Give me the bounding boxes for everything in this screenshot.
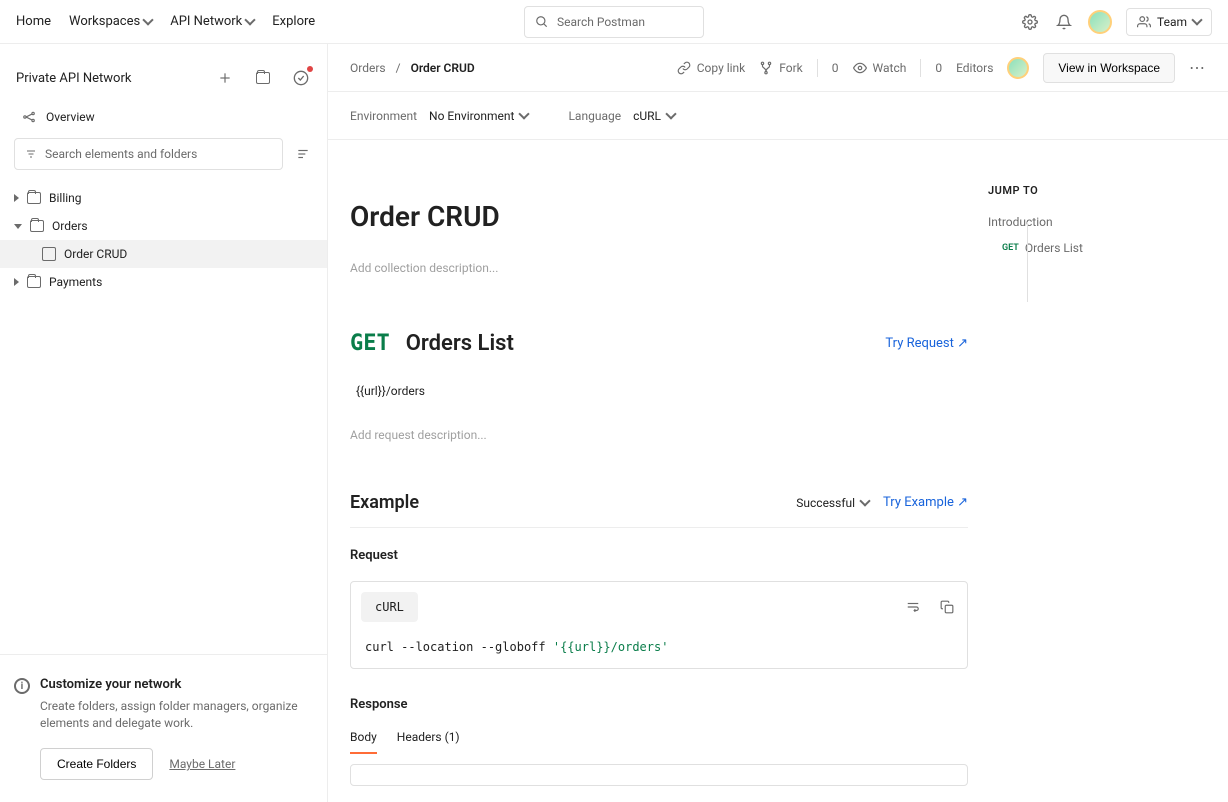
tab-body[interactable]: Body [350,730,377,754]
fork-button[interactable]: Fork [759,61,803,75]
breadcrumb-separator: / [396,61,401,75]
copy-link-button[interactable]: Copy link [677,61,746,75]
editors-label: Editors [956,61,993,75]
create-folders-button[interactable]: Create Folders [40,748,153,780]
search-icon [535,15,549,29]
chevron-down-icon [14,224,22,229]
chevron-right-icon [14,278,19,286]
nav-workspaces[interactable]: Workspaces [69,14,152,29]
people-icon [1137,15,1151,29]
overview-link[interactable]: Overview [0,102,327,138]
tree-item-billing[interactable]: Billing [0,184,327,212]
lang-label: Language [568,109,621,123]
folder-icon [27,192,41,204]
jump-introduction[interactable]: Introduction [988,215,1168,229]
notification-dot [307,66,313,72]
customize-banner: i Customize your network Create folders,… [0,654,327,802]
tree-item-order-crud[interactable]: Order CRUD [0,240,327,268]
jump-orders-list[interactable]: GETOrders List [988,241,1168,255]
sidebar: Private API Network Overview Search elem… [0,44,328,802]
doc-title: Order CRUD [350,200,968,233]
try-example-link[interactable]: Try Example ↗ [883,495,968,510]
jump-to-title: JUMP TO [988,184,1168,197]
avatar[interactable] [1088,10,1112,34]
lang-select[interactable]: cURL [633,109,675,123]
folder-icon [27,276,41,288]
fork-icon [759,61,773,75]
watch-count: 0 [935,61,942,75]
link-icon [677,61,691,75]
response-section-label: Response [350,697,968,712]
nav-api-network[interactable]: API Network [170,14,254,29]
fork-count: 0 [832,61,839,75]
filter-icon [25,148,37,160]
sidebar-title: Private API Network [16,71,215,86]
view-in-workspace-button[interactable]: View in Workspace [1043,53,1175,83]
collection-description[interactable]: Add collection description... [350,261,968,275]
collection-icon [42,247,56,261]
add-icon[interactable] [215,68,235,88]
request-description[interactable]: Add request description... [350,428,968,442]
folder-icon [30,220,44,232]
breadcrumb-orders[interactable]: Orders [350,61,386,75]
chevron-down-icon [245,14,256,25]
eye-icon [853,61,867,75]
team-button[interactable]: Team [1126,8,1212,36]
nav-explore[interactable]: Explore [272,14,315,29]
request-url: {{url}}/orders [350,384,968,398]
settings-icon[interactable] [1020,12,1040,32]
example-status-select[interactable]: Successful [796,496,869,510]
chevron-down-icon [859,495,870,506]
chevron-down-icon [1191,14,1202,25]
request-name: Orders List [406,331,514,356]
chevron-down-icon [519,108,530,119]
method-badge: GET [350,331,390,356]
request-section-label: Request [350,548,968,563]
network-icon [22,110,36,124]
folder-add-icon[interactable] [253,68,273,88]
banner-description: Create folders, assign folder managers, … [40,698,307,732]
breadcrumb-current: Order CRUD [411,61,475,75]
chevron-down-icon [143,14,154,25]
sidebar-search[interactable]: Search elements and folders [14,138,283,170]
editor-avatar[interactable] [1007,57,1029,79]
code-lang-badge: cURL [361,592,418,622]
more-icon[interactable]: ⋯ [1189,58,1206,77]
code-snippet: cURL curl --location --globoff '{{url}}/… [350,581,968,669]
tree-item-payments[interactable]: Payments [0,268,327,296]
chevron-right-icon [14,194,19,202]
example-title: Example [350,492,419,513]
search-input[interactable]: Search Postman [524,6,704,38]
banner-title: Customize your network [40,677,307,692]
tree-item-orders[interactable]: Orders [0,212,327,240]
tab-headers[interactable]: Headers (1) [397,730,460,754]
top-bar: Home Workspaces API Network Explore Sear… [0,0,1228,44]
info-icon: i [14,678,30,694]
try-request-link[interactable]: Try Request ↗ [885,336,968,351]
nav-home[interactable]: Home [16,14,51,29]
approve-icon[interactable] [291,68,311,88]
copy-icon[interactable] [937,597,957,617]
sort-icon[interactable] [293,144,313,164]
jump-to-panel: JUMP TO Introduction GETOrders List [968,140,1168,802]
maybe-later-link[interactable]: Maybe Later [169,757,235,771]
wrap-icon[interactable] [903,597,923,617]
notification-icon[interactable] [1054,12,1074,32]
env-label: Environment [350,109,417,123]
chevron-down-icon [665,108,676,119]
response-body-box [350,764,968,786]
watch-button[interactable]: Watch [853,61,907,75]
content-area: Orders / Order CRUD Copy link Fork 0 Wat… [328,44,1228,802]
env-select[interactable]: No Environment [429,109,528,123]
